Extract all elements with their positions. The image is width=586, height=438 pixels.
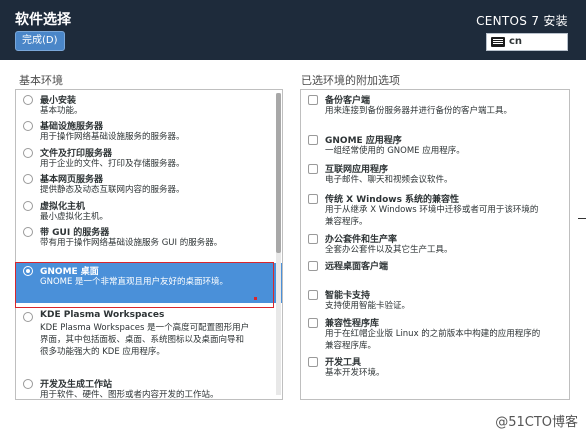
environment-item[interactable]: 带 GUI 的服务器 带有用于操作网络基础设施服务 GUI 的服务器。: [16, 224, 282, 254]
addon-item-description: 基本开发环境。: [325, 368, 385, 378]
environment-item[interactable]: 最小安装 基本功能。: [16, 92, 282, 117]
addon-item[interactable]: 办公套件和生产率 全套办公套件以及其它生产工具。: [301, 231, 569, 257]
keyboard-icon: [491, 37, 505, 47]
environment-item-description: 最小虚拟化主机。: [40, 212, 109, 222]
addon-item-description: 全套办公套件以及其它生产工具。: [325, 245, 453, 255]
keyboard-layout-value: cn: [509, 36, 523, 47]
edge-mark: [578, 218, 586, 219]
addons-list: 备份客户端 用来连接到备份服务器并进行备份的客户端工具。 GNOME 应用程序 一组经…: [300, 89, 570, 400]
environment-item-description: 带有用于操作网络基础设施服务 GUI 的服务器。: [40, 238, 223, 248]
addon-item-description: 用来连接到备份服务器并进行备份的客户端工具。: [325, 106, 513, 116]
addon-item-name: 远程桌面客户端: [325, 262, 389, 272]
checkbox[interactable]: [308, 135, 318, 145]
addon-item-description: 电子邮件、聊天和视频会议软件。: [325, 175, 453, 185]
environment-item-description: 界面，其中包括面板、桌面、系统图标以及桌面向导和: [40, 335, 245, 345]
selection-highlight-annotation: [15, 262, 274, 308]
annotation-dot: [254, 297, 257, 300]
base-environment-list: 最小安装 基本功能。 基础设施服务器 用于操作网络基础设施服务的服务器。 文件及打印服务…: [15, 89, 283, 400]
addon-item-description: 支持使用智能卡验证。: [325, 301, 411, 311]
environment-item[interactable]: 基本网页服务器 提供静态及动态互联网内容的服务器。: [16, 171, 282, 196]
addon-item[interactable]: 传统 X Windows 系统的兼容性 用于从继承 X Windows 环境中迁移…: [301, 191, 569, 229]
addon-item-description: 用于从继承 X Windows 环境中迁移或者可用于该环境的: [325, 205, 539, 215]
environment-item-description: 提供静态及动态互联网内容的服务器。: [40, 185, 185, 195]
header-bar: 软件选择 完成(D) CENTOS 7 安装 cn: [0, 0, 586, 60]
checkbox[interactable]: [308, 261, 318, 271]
addon-item-description: 兼容程序。: [325, 217, 368, 227]
radio-button[interactable]: [23, 121, 33, 131]
addon-item[interactable]: 远程桌面客户端: [301, 258, 569, 284]
checkbox[interactable]: [308, 234, 318, 244]
radio-button[interactable]: [23, 227, 33, 237]
environment-item[interactable]: 文件及打印服务器 用于企业的文件、打印及存储服务器。: [16, 145, 282, 170]
environment-item-name: KDE Plasma Workspaces: [40, 310, 165, 320]
addon-item-description: 一组经常使用的 GNOME 应用程序。: [325, 146, 465, 156]
radio-button[interactable]: [23, 379, 33, 389]
radio-button[interactable]: [23, 312, 33, 322]
radio-button[interactable]: [23, 201, 33, 211]
addon-item[interactable]: 开发工具 基本开发环境。: [301, 354, 569, 380]
checkbox[interactable]: [308, 318, 318, 328]
addon-item[interactable]: GNOME 应用程序 一组经常使用的 GNOME 应用程序。: [301, 132, 569, 160]
keyboard-layout-indicator[interactable]: cn: [486, 33, 568, 51]
watermark: @51CTO博客: [495, 415, 578, 430]
radio-button[interactable]: [23, 148, 33, 158]
page-title: 软件选择: [15, 12, 71, 28]
addon-item-description: 用于在红帽企业版 Linux 的之前版本中构建的应用程序的: [325, 329, 541, 339]
checkbox[interactable]: [308, 194, 318, 204]
environment-item[interactable]: KDE Plasma Workspaces KDE Plasma Workspac…: [16, 309, 282, 364]
environment-item[interactable]: 虚拟化主机 最小虚拟化主机。: [16, 198, 282, 223]
environment-item-description: KDE Plasma Workspaces 是一个高度可配置图形用户: [40, 323, 250, 333]
environment-item[interactable]: 基础设施服务器 用于操作网络基础设施服务的服务器。: [16, 118, 282, 143]
product-title: CENTOS 7 安装: [476, 14, 568, 28]
environment-item-description: 用于操作网络基础设施服务的服务器。: [40, 132, 185, 142]
base-environment-title: 基本环境: [19, 74, 63, 87]
addon-item[interactable]: 备份客户端 用来连接到备份服务器并进行备份的客户端工具。: [301, 92, 569, 122]
environment-item-description: 很多功能强大的 KDE 应用程序。: [40, 347, 165, 357]
addon-item[interactable]: 互联网应用程序 电子邮件、聊天和视频会议软件。: [301, 161, 569, 189]
checkbox[interactable]: [308, 357, 318, 367]
radio-button[interactable]: [23, 174, 33, 184]
radio-button[interactable]: [23, 95, 33, 105]
checkbox[interactable]: [308, 95, 318, 105]
addons-title: 已选环境的附加选项: [301, 74, 400, 87]
checkbox[interactable]: [308, 164, 318, 174]
environment-item-description: 用于软件、硬件、图形或者内容开发的工作站。: [40, 390, 219, 400]
addon-item[interactable]: 智能卡支持 支持使用智能卡验证。: [301, 287, 569, 313]
environment-item-description: 基本功能。: [40, 106, 83, 116]
addon-item[interactable]: 兼容性程序库 用于在红帽企业版 Linux 的之前版本中构建的应用程序的 兼容程序库…: [301, 315, 569, 353]
done-button[interactable]: 完成(D): [15, 31, 65, 51]
scrollbar-thumb[interactable]: [276, 93, 281, 253]
addon-item-description: 兼容程序库。: [325, 341, 377, 351]
environment-item[interactable]: 开发及生成工作站 用于软件、硬件、图形或者内容开发的工作站。: [16, 376, 282, 401]
environment-item-description: 用于企业的文件、打印及存储服务器。: [40, 159, 185, 169]
checkbox[interactable]: [308, 290, 318, 300]
